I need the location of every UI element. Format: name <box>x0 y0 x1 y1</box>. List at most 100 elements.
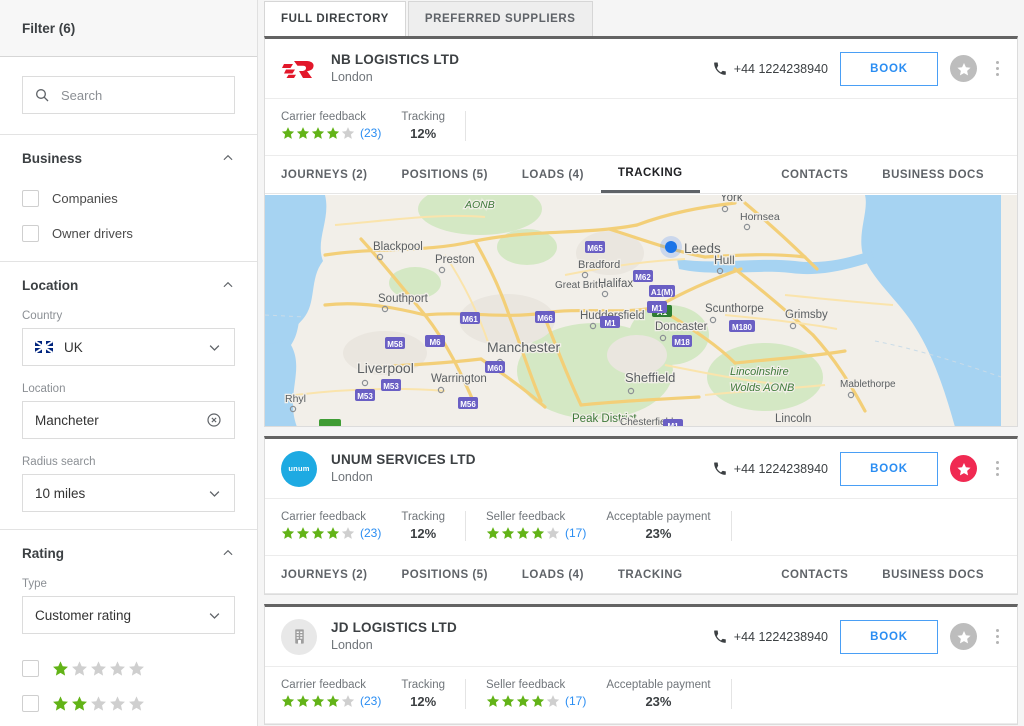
card-tab-contacts[interactable]: CONTACTS <box>781 556 865 593</box>
company-name[interactable]: JD LOGISTICS LTD <box>331 620 457 637</box>
card-tab-tracking[interactable]: TRACKING <box>600 156 700 193</box>
tracking-map-container[interactable]: Blackpool Preston Southport Great Britain Br… <box>265 194 1017 426</box>
rating-filter-row-3[interactable] <box>22 721 235 726</box>
location-section-title: Location <box>22 277 79 293</box>
company-name[interactable]: NB LOGISTICS LTD <box>331 52 459 69</box>
business-section-header[interactable]: Business <box>22 135 235 181</box>
metric-count[interactable]: (17) <box>565 694 586 708</box>
clear-circle-icon[interactable] <box>206 412 222 428</box>
road-shield: M6 <box>425 335 445 347</box>
svg-text:M1: M1 <box>651 304 663 313</box>
checkbox-box[interactable] <box>22 660 39 677</box>
checkbox-owner-drivers[interactable]: Owner drivers <box>22 216 235 251</box>
card-header: unum UNUM SERVICES LTD London +44 122423894… <box>265 439 1017 499</box>
chevron-up-icon[interactable] <box>221 546 235 560</box>
checkbox-box[interactable] <box>22 695 39 712</box>
star-icon <box>311 127 325 139</box>
svg-text:Preston: Preston <box>435 254 475 266</box>
search-input[interactable]: Search <box>22 76 235 114</box>
company-phone[interactable]: +44 1224238940 <box>713 462 828 476</box>
metric-value: 12% <box>410 526 437 541</box>
svg-text:M53: M53 <box>357 392 373 401</box>
radius-label: Radius search <box>22 456 96 468</box>
phone-icon <box>713 462 726 475</box>
kebab-menu-icon[interactable] <box>989 625 1005 648</box>
phone-icon <box>713 630 726 643</box>
favourite-star-badge[interactable] <box>950 623 977 650</box>
chevron-down-icon[interactable] <box>207 340 222 355</box>
kebab-menu-icon[interactable] <box>989 457 1005 480</box>
company-logo-unum: unum <box>281 450 317 487</box>
directory-tabs: FULL DIRECTORY PREFERRED SUPPLIERS <box>258 0 1024 36</box>
favourite-star-badge[interactable] <box>950 55 977 82</box>
svg-text:Halifax: Halifax <box>598 278 633 290</box>
svg-text:AONB: AONB <box>464 199 495 211</box>
road-shield: M62 <box>633 270 653 282</box>
card-tab-tracking[interactable]: TRACKING <box>601 556 700 593</box>
main-panel: FULL DIRECTORY PREFERRED SUPPLIERS NB LO… <box>258 0 1024 726</box>
card-tab-loads[interactable]: LOADS (4) <box>505 556 601 593</box>
card-tab-contacts[interactable]: CONTACTS <box>781 156 865 193</box>
metric-count[interactable]: (23) <box>360 526 381 540</box>
card-tab-business-docs[interactable]: BUSINESS DOCS <box>865 156 1001 193</box>
chevron-down-icon[interactable] <box>207 608 222 623</box>
star-icon <box>546 695 560 707</box>
country-select[interactable]: UK <box>22 328 235 366</box>
rating-filter-row-2[interactable] <box>22 686 235 721</box>
star-icon <box>110 661 125 676</box>
radius-select[interactable]: 10 miles <box>22 474 235 512</box>
location-section-header[interactable]: Location <box>22 262 235 308</box>
metric-count[interactable]: (17) <box>565 526 586 540</box>
kebab-menu-icon[interactable] <box>989 57 1005 80</box>
rating-type-select[interactable]: Customer rating <box>22 596 235 634</box>
rating-stars <box>52 695 145 712</box>
favourite-star-badge[interactable] <box>950 455 977 482</box>
book-button[interactable]: BOOK <box>840 51 938 86</box>
card-tab-business-docs[interactable]: BUSINESS DOCS <box>865 556 1001 593</box>
search-placeholder: Search <box>61 87 103 103</box>
card-tab-positions[interactable]: POSITIONS (5) <box>385 556 505 593</box>
checkbox-box[interactable] <box>22 225 39 242</box>
metric-count[interactable]: (23) <box>360 126 381 140</box>
company-phone[interactable]: +44 1224238940 <box>713 62 828 76</box>
metric-value: 12% <box>410 126 437 141</box>
book-button[interactable]: BOOK <box>840 619 938 654</box>
tab-preferred-suppliers[interactable]: PREFERRED SUPPLIERS <box>407 1 593 36</box>
card-tab-positions[interactable]: POSITIONS (5) <box>385 156 505 193</box>
chevron-up-icon[interactable] <box>221 278 235 292</box>
chevron-up-icon[interactable] <box>221 151 235 165</box>
card-tab-journeys[interactable]: JOURNEYS (2) <box>281 556 385 593</box>
star-icon <box>531 527 545 539</box>
star-icon <box>53 661 68 676</box>
card-tab-loads[interactable]: LOADS (4) <box>505 156 601 193</box>
star-icon <box>311 527 325 539</box>
svg-text:M6: M6 <box>429 338 441 347</box>
star-icon <box>281 127 295 139</box>
rating-section-header[interactable]: Rating <box>22 530 235 576</box>
tracking-map[interactable]: BlackpoolPrestonSouthportGreat BritainBr… <box>265 195 1001 426</box>
metric-count[interactable]: (23) <box>360 694 381 708</box>
checkbox-box[interactable] <box>22 190 39 207</box>
filter-header: Filter (6) <box>0 0 257 57</box>
star-icon <box>326 695 340 707</box>
tab-full-directory[interactable]: FULL DIRECTORY <box>264 1 406 36</box>
filter-sidebar: Filter (6) Search Business Companies Own… <box>0 0 258 726</box>
metric-label: Tracking <box>401 511 446 523</box>
svg-text:Wolds AONB: Wolds AONB <box>730 382 794 394</box>
chevron-down-icon[interactable] <box>207 486 222 501</box>
company-phone[interactable]: +44 1224238940 <box>713 630 828 644</box>
rating-filter-row-1[interactable] <box>22 651 235 686</box>
star-icon <box>129 661 144 676</box>
road-shield: M180 <box>729 320 755 332</box>
book-button[interactable]: BOOK <box>840 451 938 486</box>
svg-text:M180: M180 <box>732 323 753 332</box>
location-input[interactable]: Mancheter <box>22 401 235 439</box>
metric-stars: (17) <box>486 694 586 708</box>
card-tab-journeys[interactable]: JOURNEYS (2) <box>281 156 385 193</box>
svg-text:Southport: Southport <box>378 293 429 305</box>
checkbox-companies[interactable]: Companies <box>22 181 235 216</box>
company-name[interactable]: UNUM SERVICES LTD <box>331 452 476 469</box>
map-marker-leeds[interactable] <box>660 236 682 258</box>
company-card: JD LOGISTICS LTD London +44 1224238940 BOOK… <box>264 604 1018 725</box>
metric: Acceptable payment 23% <box>606 511 732 541</box>
